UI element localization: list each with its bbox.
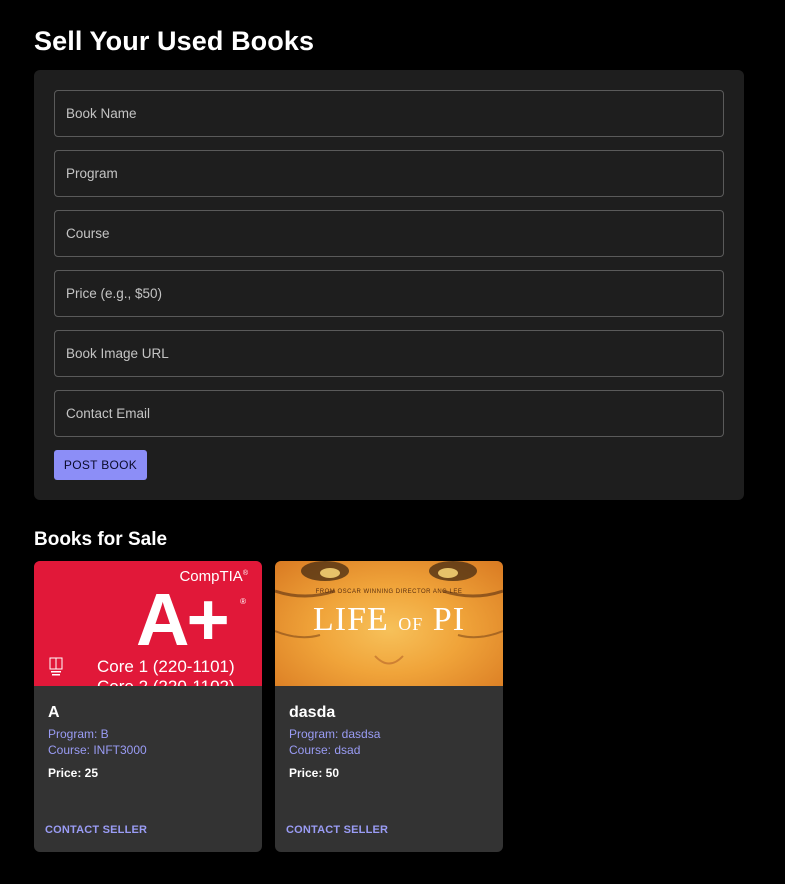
page-title: Sell Your Used Books xyxy=(34,26,315,56)
book-course: Course: INFT3000 xyxy=(48,743,147,757)
contact-email-field[interactable] xyxy=(54,390,724,437)
book-card: FROM OSCAR WINNING DIRECTOR ANG LEE LIFE… xyxy=(275,561,503,852)
cover-reg-mark: ® xyxy=(240,597,246,606)
book-program: Program: B xyxy=(48,727,109,741)
book-name-input[interactable] xyxy=(55,91,723,136)
contact-seller-button[interactable]: CONTACT SELLER xyxy=(45,824,147,836)
cover-core-1: Core 1 (220-1101) xyxy=(97,657,235,676)
price-input[interactable] xyxy=(55,271,723,316)
book-card-body: A Program: B Course: INFT3000 Price: 25 … xyxy=(34,686,262,852)
book-title: dasda xyxy=(289,704,336,721)
post-book-button[interactable]: POST BOOK xyxy=(54,450,147,480)
book-title: A xyxy=(48,704,60,721)
book-name-field[interactable] xyxy=(54,90,724,137)
book-cover-image: FROM OSCAR WINNING DIRECTOR ANG LEE LIFE… xyxy=(275,561,503,686)
cover-core-2: Core 2 (220-1102) xyxy=(97,677,235,686)
course-field[interactable] xyxy=(54,210,724,257)
book-price: Price: 50 xyxy=(289,766,340,780)
book-course: Course: dsad xyxy=(289,743,361,757)
contact-email-input[interactable] xyxy=(55,391,723,436)
book-cover-image: CompTIA® A+ ® Core 1 (220-1101) Core 2 (… xyxy=(34,561,262,686)
price-field[interactable] xyxy=(54,270,724,317)
program-input[interactable] xyxy=(55,151,723,196)
book-card-body: dasda Program: dasdsa Course: dsad Price… xyxy=(275,686,503,852)
books-for-sale-heading: Books for Sale xyxy=(34,529,168,550)
book-card: CompTIA® A+ ® Core 1 (220-1101) Core 2 (… xyxy=(34,561,262,852)
book-image-url-input[interactable] xyxy=(55,331,723,376)
book-image-url-field[interactable] xyxy=(54,330,724,377)
cover-tagline: FROM OSCAR WINNING DIRECTOR ANG LEE xyxy=(315,589,463,595)
program-field[interactable] xyxy=(54,150,724,197)
contact-seller-button[interactable]: CONTACT SELLER xyxy=(286,824,388,836)
book-program: Program: dasdsa xyxy=(289,727,381,741)
course-input[interactable] xyxy=(55,211,723,256)
book-price: Price: 25 xyxy=(48,766,99,780)
book-icon xyxy=(49,657,63,676)
cover-title: LIFE OF PI xyxy=(312,601,466,638)
cover-headline: A+ xyxy=(136,578,230,661)
sell-book-form: POST BOOK xyxy=(34,70,744,500)
